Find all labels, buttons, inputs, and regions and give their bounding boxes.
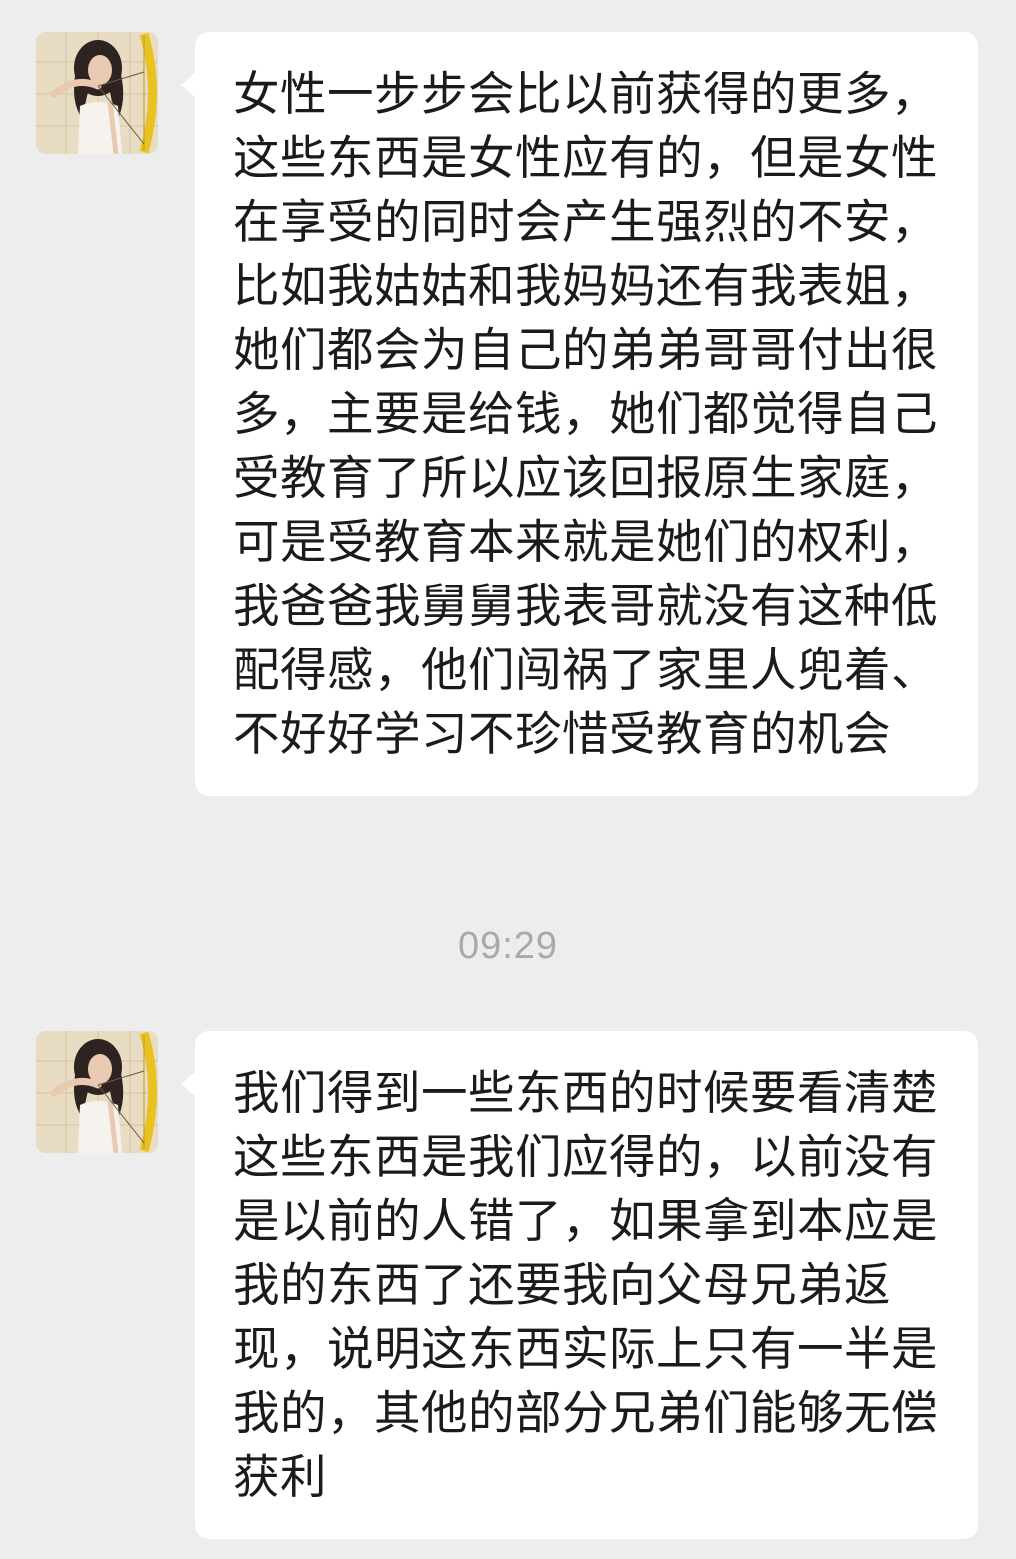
chat-area: 女性一步步会比以前获得的更多，这些东西是女性应有的，但是女性在享受的同时会产生强… [0,0,1016,1559]
bubble-tail [181,1071,196,1097]
avatar-image [36,32,158,154]
message-bubble[interactable]: 女性一步步会比以前获得的更多，这些东西是女性应有的，但是女性在享受的同时会产生强… [181,32,978,796]
message-bubble[interactable]: 我们得到一些东西的时候要看清楚这些东西是我们应得的，以前没有是以前的人错了，如果… [181,1031,978,1539]
avatar-image [36,1031,158,1153]
avatar-girl-with-bow-icon[interactable] [36,1031,158,1153]
message-text: 女性一步步会比以前获得的更多，这些东西是女性应有的，但是女性在享受的同时会产生强… [233,67,938,761]
message-text: 我们得到一些东西的时候要看清楚这些东西是我们应得的，以前没有是以前的人错了，如果… [233,1066,938,1504]
timestamp: 09:29 [457,925,559,967]
avatar-girl-with-bow-icon[interactable] [36,32,158,154]
bubble-tail [181,72,196,98]
